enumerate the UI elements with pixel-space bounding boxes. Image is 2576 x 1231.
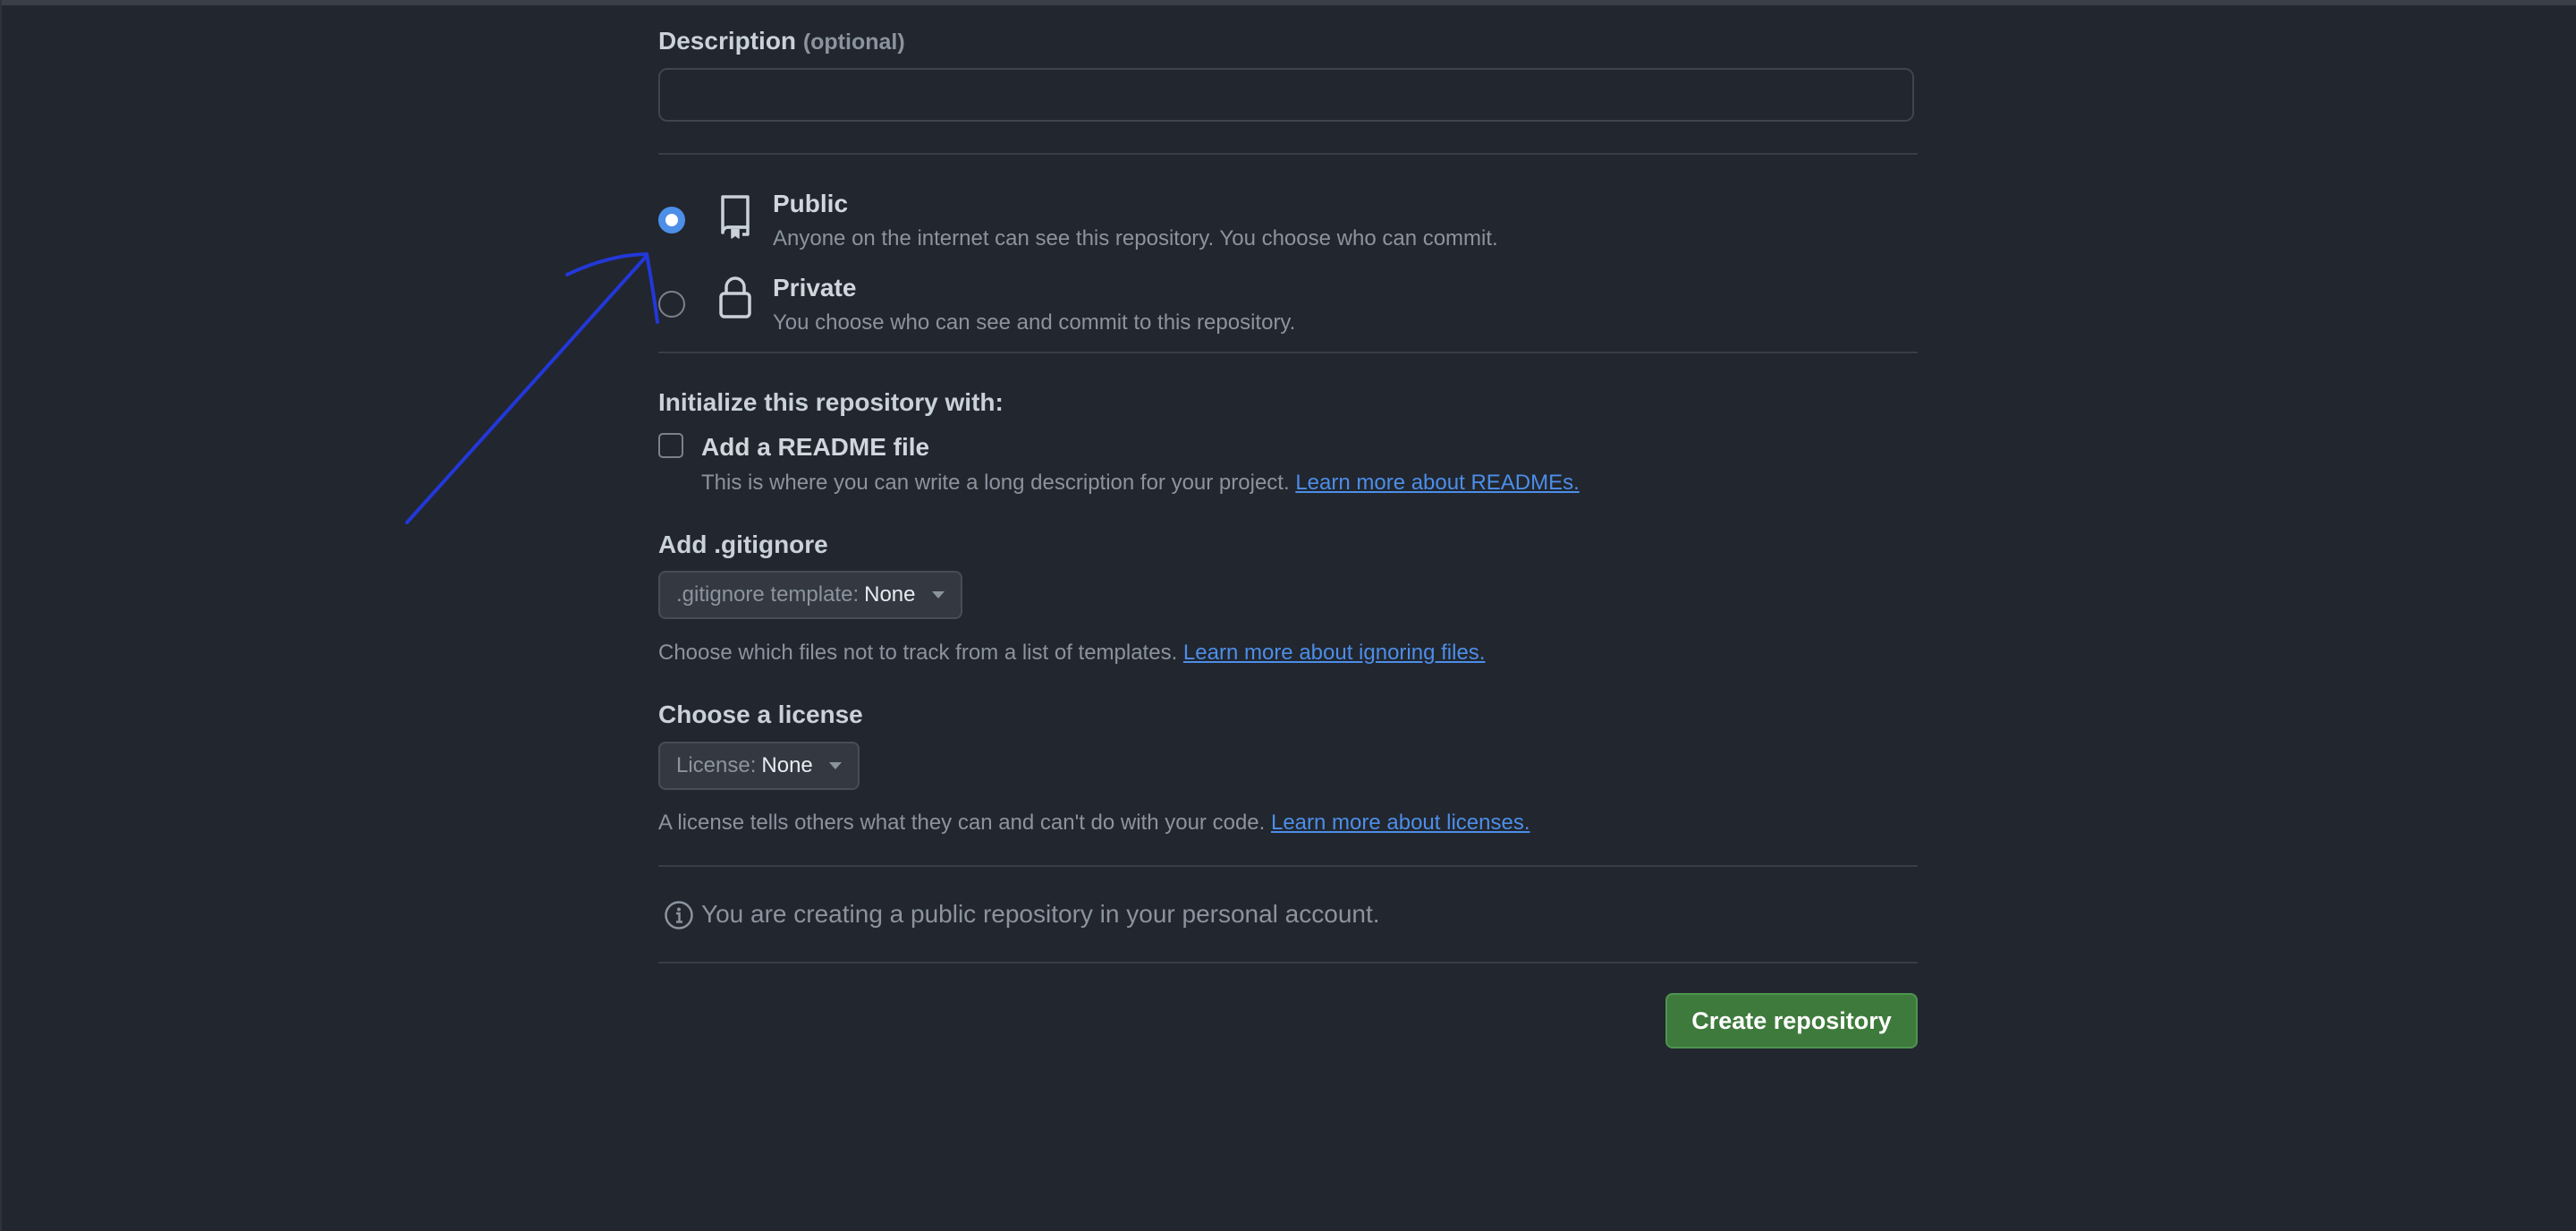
- learn-more-licenses-link[interactable]: Learn more about licenses.: [1271, 811, 1530, 835]
- repo-icon: [717, 193, 753, 244]
- description-input[interactable]: [658, 68, 1914, 122]
- learn-more-ignoring-files-link[interactable]: Learn more about ignoring files.: [1183, 641, 1486, 665]
- caret-down-icon: [828, 762, 842, 769]
- annotation-arrow: [405, 252, 659, 524]
- info-icon: [664, 900, 694, 935]
- public-title: Public: [773, 190, 849, 217]
- license-select-prefix: License:: [676, 753, 757, 777]
- private-description: You choose who can see and commit to thi…: [773, 310, 1296, 335]
- create-repository-button[interactable]: Create repository: [1665, 993, 1918, 1048]
- divider: [658, 962, 1918, 964]
- license-select[interactable]: License: None: [658, 742, 860, 790]
- divider: [658, 865, 1918, 867]
- private-title: Private: [773, 274, 857, 301]
- description-label-text: Description: [658, 27, 797, 55]
- license-help-text: A license tells others what they can and…: [658, 811, 1266, 835]
- public-radio[interactable]: [658, 207, 685, 233]
- readme-checkbox[interactable]: [658, 433, 683, 458]
- divider: [658, 153, 1918, 155]
- license-select-value: None: [761, 753, 813, 777]
- gitignore-help-text: Choose which files not to track from a l…: [658, 641, 1178, 665]
- gitignore-template-select[interactable]: .gitignore template: None: [658, 571, 962, 619]
- optional-hint: (optional): [802, 30, 905, 55]
- readme-label[interactable]: Add a README file: [701, 433, 929, 462]
- readme-help: This is where you can write a long descr…: [701, 471, 1580, 496]
- window-top-border: [0, 0, 2576, 5]
- gitignore-select-prefix: .gitignore template:: [676, 582, 860, 607]
- public-repo-notice: You are creating a public repository in …: [701, 900, 1380, 928]
- caret-down-icon: [931, 591, 945, 599]
- gitignore-heading: Add .gitignore: [658, 531, 828, 558]
- public-description: Anyone on the internet can see this repo…: [773, 226, 1498, 250]
- learn-more-readmes-link[interactable]: Learn more about READMEs.: [1295, 471, 1579, 495]
- initialize-heading: Initialize this repository with:: [658, 388, 1004, 416]
- gitignore-select-value: None: [864, 582, 916, 607]
- lock-icon: [717, 274, 753, 325]
- window-left-border: [0, 0, 2, 1231]
- private-radio[interactable]: [658, 291, 685, 318]
- description-label: Description (optional): [658, 27, 905, 55]
- gitignore-help: Choose which files not to track from a l…: [658, 641, 1485, 666]
- divider: [658, 352, 1918, 353]
- license-heading: Choose a license: [658, 700, 863, 728]
- license-help: A license tells others what they can and…: [658, 811, 1530, 836]
- readme-help-text: This is where you can write a long descr…: [701, 471, 1290, 495]
